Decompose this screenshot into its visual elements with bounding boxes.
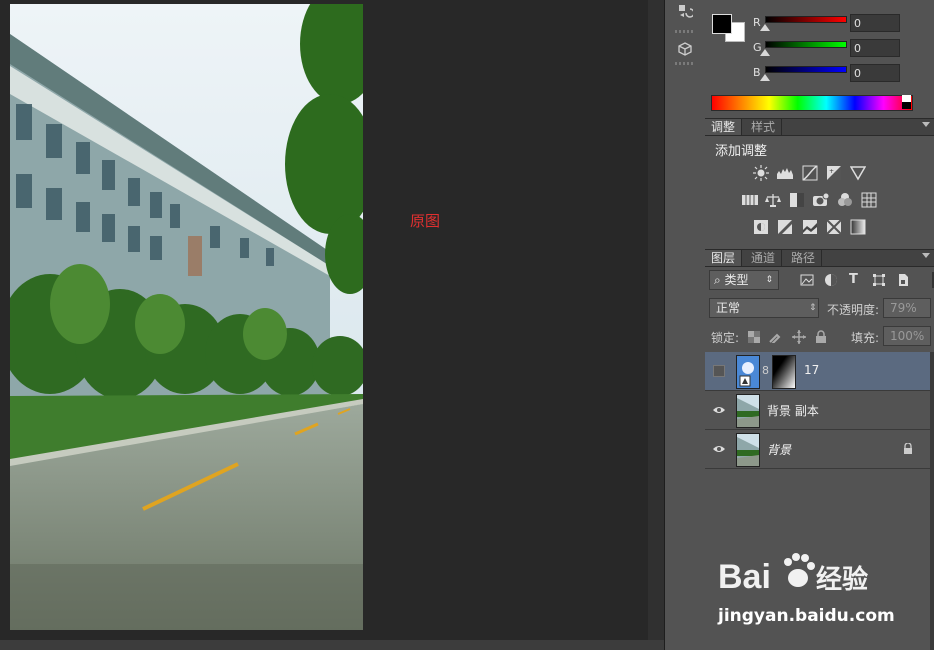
eye-icon[interactable] — [713, 404, 725, 416]
color-panel: R 0 G 0 B 0 — [705, 0, 934, 116]
green-value-input[interactable]: 0 — [850, 39, 900, 57]
threshold-icon[interactable] — [801, 219, 819, 235]
posterize-icon[interactable] — [776, 219, 794, 235]
tab-styles[interactable]: 样式 — [745, 119, 783, 135]
color-lookup-icon[interactable] — [860, 192, 878, 208]
updown-arrows-icon: ⇕ — [765, 275, 773, 285]
eye-icon[interactable] — [713, 443, 725, 455]
layer-filter-label: 类型 — [724, 273, 749, 287]
canvas-label: 原图 — [410, 212, 441, 230]
lock-transparent-pixels-icon[interactable] — [748, 331, 760, 346]
red-slider[interactable] — [765, 16, 847, 23]
panel-dock-column — [664, 0, 706, 650]
filter-pixel-layer-icon[interactable] — [800, 273, 814, 290]
layer-row[interactable]: 背景 副本 — [705, 391, 930, 430]
layers-tabbar: 图层 通道 路径 — [705, 249, 934, 267]
filter-shape-layer-icon[interactable] — [872, 273, 886, 290]
black-white-ramp[interactable] — [902, 95, 911, 109]
svg-text:Bai: Bai — [718, 558, 771, 596]
filter-type-layer-icon[interactable]: T — [849, 272, 858, 287]
layer-thumbnail[interactable] — [736, 433, 760, 467]
opacity-label: 不透明度: — [827, 303, 880, 317]
levels-icon[interactable] — [776, 165, 794, 181]
layer-filter-select[interactable]: ⌕ 类型 ⇕ — [709, 270, 779, 290]
adjustments-title: 添加调整 — [715, 144, 768, 159]
lock-icon — [903, 442, 913, 458]
hue-saturation-icon[interactable] — [741, 192, 759, 208]
3d-cube-icon[interactable] — [673, 38, 697, 60]
svg-text:+: + — [829, 168, 834, 175]
link-chain-icon[interactable]: 8 — [762, 364, 769, 377]
fill-label: 填充: — [851, 331, 880, 345]
layer-mask-thumbnail[interactable] — [772, 355, 796, 389]
adjustment-layer-thumbnail[interactable] — [736, 355, 760, 389]
color-spectrum-ramp[interactable] — [711, 95, 913, 111]
filter-adjustment-layer-icon[interactable] — [824, 273, 838, 290]
layer-row[interactable]: 8 17 — [705, 352, 930, 391]
blue-slider-thumb[interactable] — [760, 74, 770, 81]
red-slider-thumb[interactable] — [760, 24, 770, 31]
blue-value-input[interactable]: 0 — [850, 64, 900, 82]
dock-grip[interactable] — [675, 62, 695, 65]
blend-mode-select[interactable]: 正常 — [709, 298, 819, 318]
black-white-icon[interactable] — [788, 192, 806, 208]
layer-name: 背景 副本 — [767, 404, 819, 418]
lock-image-pixels-icon[interactable] — [769, 331, 781, 346]
tab-layers[interactable]: 图层 — [705, 250, 743, 266]
fill-input[interactable]: 100% — [883, 326, 931, 346]
layers-scrollbar[interactable] — [930, 352, 934, 650]
canvas-vertical-scrollbar[interactable] — [648, 0, 664, 640]
layer-name: 17 — [804, 363, 820, 377]
updown-arrows-icon: ⇕ — [809, 303, 817, 313]
tab-adjustments[interactable]: 调整 — [705, 119, 743, 135]
lock-label: 锁定: — [711, 331, 740, 345]
green-slider-thumb[interactable] — [760, 49, 770, 56]
tab-channels[interactable]: 通道 — [745, 250, 783, 266]
dock-grip[interactable] — [675, 30, 695, 33]
tab-paths[interactable]: 路径 — [785, 250, 823, 266]
filter-smart-object-icon[interactable] — [896, 273, 910, 290]
invert-icon[interactable] — [752, 219, 770, 235]
canvas-horizontal-scrollbar[interactable] — [0, 640, 664, 650]
red-value-input[interactable]: 0 — [850, 14, 900, 32]
canvas-photo[interactable] — [10, 4, 363, 630]
watermark-url: jingyan.baidu.com — [718, 606, 895, 626]
selective-color-icon[interactable] — [825, 219, 843, 235]
exposure-icon[interactable]: + — [825, 165, 843, 181]
adjustments-panel: 添加调整 + — [705, 135, 934, 247]
layer-name: 背景 — [767, 443, 792, 457]
adjustments-tabbar: 调整 样式 — [705, 118, 934, 136]
foreground-color-swatch[interactable] — [712, 14, 732, 34]
svg-text:经验: 经验 — [816, 564, 868, 595]
brightness-contrast-icon[interactable] — [752, 165, 770, 181]
curves-icon[interactable] — [801, 165, 819, 181]
lock-position-icon[interactable] — [792, 330, 806, 347]
search-icon: ⌕ — [714, 273, 725, 287]
green-slider[interactable] — [765, 41, 847, 48]
color-balance-icon[interactable] — [764, 192, 782, 208]
photo-filter-icon[interactable] — [812, 192, 830, 208]
lock-all-icon[interactable] — [815, 330, 827, 347]
channel-mixer-icon[interactable] — [836, 192, 854, 208]
layers-controls: ⌕ 类型 ⇕ T 正常 ⇕ 不透明度: 79% 锁定: 填充: 100% — [705, 267, 934, 351]
panel-menu-icon[interactable] — [922, 122, 930, 127]
vibrance-icon[interactable] — [849, 165, 867, 181]
layer-thumbnail[interactable] — [736, 394, 760, 428]
panel-menu-icon[interactable] — [922, 253, 930, 258]
visibility-toggle[interactable] — [713, 365, 725, 377]
opacity-input[interactable]: 79% — [883, 298, 931, 318]
blue-slider[interactable] — [765, 66, 847, 73]
gradient-map-icon[interactable] — [849, 219, 867, 235]
history-icon[interactable] — [673, 0, 697, 22]
layer-row[interactable]: 背景 — [705, 430, 930, 469]
